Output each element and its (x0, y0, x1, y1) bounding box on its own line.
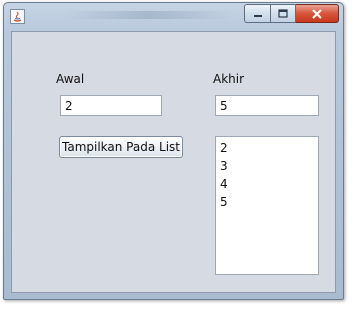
minimize-icon (253, 14, 262, 17)
list-item[interactable]: 4 (220, 176, 318, 194)
form-panel: Awal Akhir Tampilkan Pada List 2 3 4 5 (11, 31, 336, 293)
app-window: Awal Akhir Tampilkan Pada List 2 3 4 5 (3, 2, 344, 300)
caption-buttons (244, 4, 339, 23)
akhir-label: Akhir (213, 72, 245, 86)
minimize-button[interactable] (244, 4, 270, 23)
close-icon (312, 8, 322, 19)
awal-label: Awal (56, 72, 85, 86)
list-item[interactable]: 5 (220, 194, 318, 212)
java-app-icon[interactable] (10, 9, 25, 24)
title-bar[interactable] (4, 3, 343, 31)
akhir-input[interactable] (215, 95, 319, 116)
maximize-icon (278, 9, 288, 18)
close-button[interactable] (296, 4, 339, 23)
awal-input[interactable] (60, 95, 162, 116)
list-item[interactable]: 3 (220, 158, 318, 176)
maximize-button[interactable] (270, 4, 296, 23)
window-title (64, 11, 234, 19)
list-item[interactable]: 2 (220, 140, 318, 158)
tampilkan-pada-list-button[interactable]: Tampilkan Pada List (59, 136, 183, 158)
number-list[interactable]: 2 3 4 5 (215, 136, 319, 275)
